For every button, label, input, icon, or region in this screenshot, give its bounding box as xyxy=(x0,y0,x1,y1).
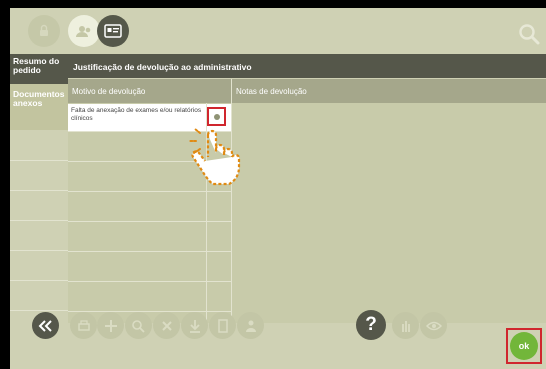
app-screen: Resumo do pedido Documentos anexos Justi… xyxy=(10,8,546,369)
radio-dot-icon xyxy=(214,114,220,120)
hand-icon xyxy=(401,320,410,332)
nav-divider xyxy=(10,280,68,281)
eye-icon xyxy=(425,321,442,330)
lock-icon xyxy=(40,24,48,36)
help-button[interactable]: ? xyxy=(356,310,386,340)
row-divider xyxy=(68,221,231,222)
row-divider xyxy=(68,191,231,192)
nav-divider xyxy=(10,310,68,311)
inactive-toolbar-button[interactable] xyxy=(28,15,60,47)
download-icon xyxy=(189,319,200,333)
nav-item-documentos[interactable]: Documentos anexos xyxy=(10,84,68,130)
panel-title: Justificação de devolução ao administrat… xyxy=(68,54,546,78)
print-icon xyxy=(77,319,90,331)
nav-divider xyxy=(10,160,68,161)
row-divider xyxy=(68,281,231,282)
row-divider xyxy=(68,251,231,252)
user-profile-button[interactable] xyxy=(68,15,100,47)
download-button[interactable] xyxy=(181,312,208,339)
search-icon xyxy=(519,24,540,45)
user-action-button[interactable] xyxy=(237,312,264,339)
side-navigation: Resumo do pedido Documentos anexos xyxy=(10,54,68,324)
search-list-icon xyxy=(131,319,145,333)
column-divider xyxy=(231,79,232,323)
nav-item-resumo[interactable]: Resumo do pedido xyxy=(10,54,68,84)
notes-text-area[interactable] xyxy=(232,103,546,323)
plus-icon xyxy=(104,319,117,332)
documents-button[interactable] xyxy=(209,312,236,339)
id-card-icon xyxy=(104,24,122,38)
column-header-motivo: Motivo de devolução xyxy=(68,79,231,103)
ok-button[interactable]: ok xyxy=(510,332,538,360)
search-list-button[interactable] xyxy=(125,312,152,339)
add-button[interactable] xyxy=(97,312,124,339)
id-card-button[interactable] xyxy=(97,15,129,47)
double-chevron-left-icon xyxy=(38,319,52,332)
nav-item-resumo-label: Resumo do pedido xyxy=(13,56,60,75)
nav-divider xyxy=(10,250,68,251)
back-button[interactable] xyxy=(32,312,59,339)
nav-item-documentos-label: Documentos anexos xyxy=(13,89,65,108)
view-button[interactable] xyxy=(420,312,447,339)
search-button[interactable] xyxy=(518,23,540,45)
nav-divider xyxy=(10,220,68,221)
column-header-notas: Notas de devolução xyxy=(232,79,546,103)
hand-action-button[interactable] xyxy=(392,312,419,339)
user-group-icon xyxy=(76,26,91,37)
delete-button[interactable] xyxy=(153,312,180,339)
row-divider xyxy=(68,311,231,312)
print-button[interactable] xyxy=(70,312,97,339)
hand-pointer-icon xyxy=(188,128,241,186)
close-icon xyxy=(161,320,172,331)
nav-divider xyxy=(10,190,68,191)
documents-icon xyxy=(217,318,228,333)
row-select-radio[interactable] xyxy=(207,107,226,126)
user-icon xyxy=(245,320,256,332)
ok-highlight: ok xyxy=(506,328,542,364)
